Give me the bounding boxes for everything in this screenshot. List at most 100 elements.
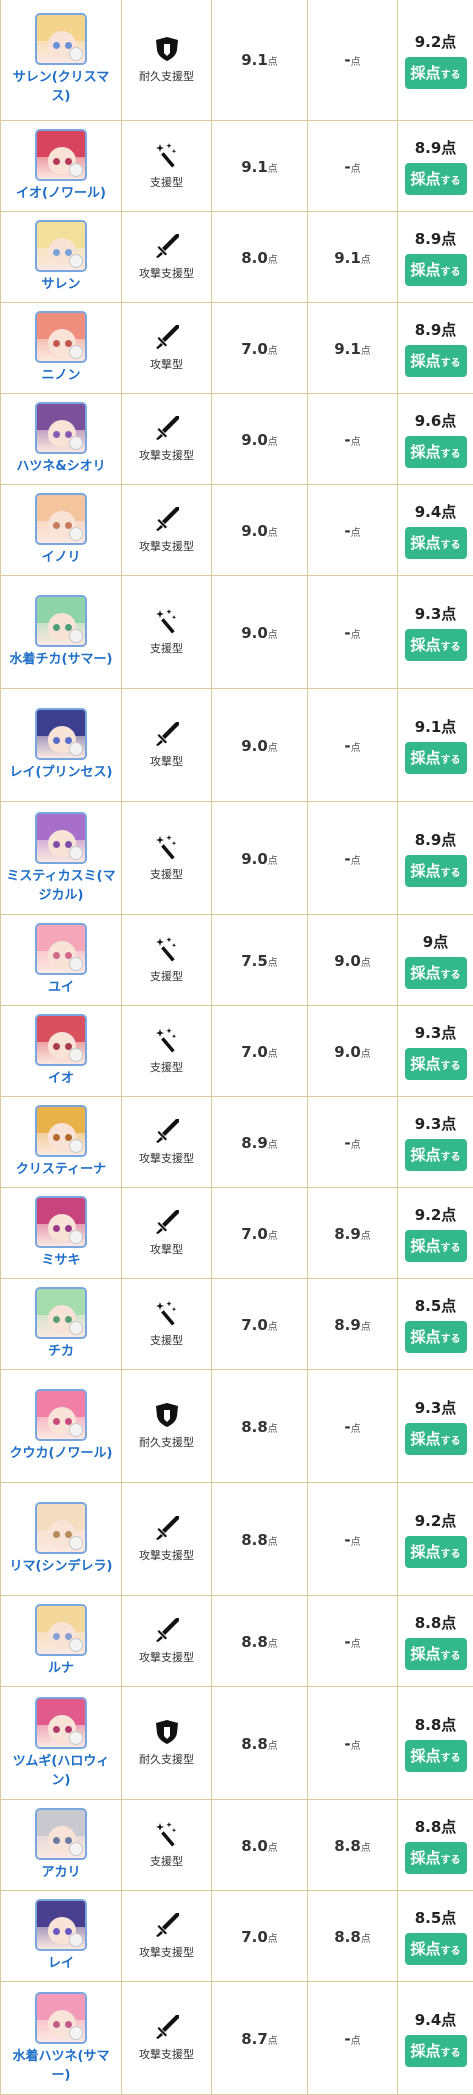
character-avatar[interactable]: [35, 1014, 87, 1066]
character-avatar[interactable]: [35, 1697, 87, 1749]
rate-button[interactable]: 採点する: [405, 1230, 467, 1262]
character[interactable]: サレン(クリスマス): [1, 13, 121, 106]
rate-button[interactable]: 採点する: [405, 57, 467, 89]
character[interactable]: イオ: [1, 1014, 121, 1088]
character-avatar[interactable]: [35, 1604, 87, 1656]
score-sub-value: 9.0: [334, 952, 361, 970]
character[interactable]: レイ(プリンセス): [1, 708, 121, 782]
character-name-link[interactable]: イノリ: [37, 548, 84, 567]
character[interactable]: ハツネ&シオリ: [1, 402, 121, 476]
score-sub: -点: [344, 1735, 360, 1753]
rarity-star-icon: [69, 957, 83, 971]
character-avatar[interactable]: [35, 923, 87, 975]
rate-button[interactable]: 採点する: [405, 1048, 467, 1080]
rate-button[interactable]: 採点する: [405, 254, 467, 286]
character-name-link[interactable]: レイ(プリンセス): [6, 763, 117, 782]
character-cell: イノリ: [1, 485, 122, 576]
character-avatar[interactable]: [35, 812, 87, 864]
rarity-star-icon: [69, 527, 83, 541]
point-unit: 点: [268, 346, 278, 357]
character[interactable]: クリスティーナ: [1, 1105, 121, 1179]
character-avatar[interactable]: [35, 1196, 87, 1248]
character-avatar[interactable]: [35, 129, 87, 181]
rate-button[interactable]: 採点する: [405, 436, 467, 468]
character-name-link[interactable]: チカ: [44, 1342, 78, 1361]
character-name-link[interactable]: ハツネ&シオリ: [12, 457, 109, 476]
character-type: 支援型: [122, 1027, 211, 1075]
rate-button[interactable]: 採点する: [405, 742, 467, 774]
character[interactable]: ツムギ(ハロウィン): [1, 1697, 121, 1790]
character-name-link[interactable]: イオ(ノワール): [12, 184, 110, 203]
rate-button[interactable]: 採点する: [405, 1933, 467, 1965]
character-avatar[interactable]: [35, 402, 87, 454]
character[interactable]: リマ(シンデレラ): [1, 1502, 121, 1576]
character-avatar[interactable]: [35, 220, 87, 272]
character[interactable]: ニノン: [1, 311, 121, 385]
character-avatar[interactable]: [35, 311, 87, 363]
character-name-link[interactable]: ユイ: [44, 978, 78, 997]
avatar-eye: [53, 1225, 60, 1232]
character[interactable]: ミサキ: [1, 1196, 121, 1270]
rate-button[interactable]: 採点する: [405, 2035, 467, 2067]
character-name-link[interactable]: ツムギ(ハロウィン): [1, 1752, 121, 1790]
character[interactable]: 水着チカ(サマー): [1, 595, 121, 669]
character[interactable]: ルナ: [1, 1604, 121, 1678]
character-avatar[interactable]: [35, 1502, 87, 1554]
character-avatar[interactable]: [35, 1899, 87, 1951]
character[interactable]: ユイ: [1, 923, 121, 997]
character[interactable]: チカ: [1, 1287, 121, 1361]
rate-button[interactable]: 採点する: [405, 629, 467, 661]
rate-button[interactable]: 採点する: [405, 1139, 467, 1171]
character-avatar[interactable]: [35, 595, 87, 647]
character-avatar[interactable]: [35, 1992, 87, 2044]
rate-button[interactable]: 採点する: [405, 1536, 467, 1568]
character-name-link[interactable]: サレン(クリスマス): [1, 68, 121, 106]
character-name-link[interactable]: 水着ハツネ(サマー): [1, 2047, 121, 2085]
character[interactable]: レイ: [1, 1899, 121, 1973]
character-name-link[interactable]: アカリ: [37, 1863, 84, 1882]
rate-button[interactable]: 採点する: [405, 957, 467, 989]
character-name-link[interactable]: サレン: [37, 275, 84, 294]
rarity-star-icon: [69, 629, 83, 643]
character-name-link[interactable]: イオ: [44, 1069, 78, 1088]
character-avatar[interactable]: [35, 493, 87, 545]
rarity-star-icon: [69, 163, 83, 177]
rate-button[interactable]: 採点する: [405, 527, 467, 559]
character-avatar[interactable]: [35, 1389, 87, 1441]
character[interactable]: イノリ: [1, 493, 121, 567]
character[interactable]: イオ(ノワール): [1, 129, 121, 203]
character[interactable]: サレン: [1, 220, 121, 294]
point-unit: 点: [268, 2036, 278, 2047]
character[interactable]: クウカ(ノワール): [1, 1389, 121, 1463]
rate-button[interactable]: 採点する: [405, 1842, 467, 1874]
character-name-link[interactable]: レイ: [44, 1954, 78, 1973]
character-avatar[interactable]: [35, 1105, 87, 1157]
rate-button[interactable]: 採点する: [405, 1638, 467, 1670]
sword-icon: [154, 233, 180, 265]
rate-button[interactable]: 採点する: [405, 345, 467, 377]
rate-button[interactable]: 採点する: [405, 1423, 467, 1455]
character-type: 支援型: [122, 1300, 211, 1348]
character-name-link[interactable]: ルナ: [44, 1659, 78, 1678]
character-name-link[interactable]: ニノン: [37, 366, 84, 385]
character[interactable]: 水着ハツネ(サマー): [1, 1992, 121, 2085]
score-sub-value: 8.8: [334, 1837, 361, 1855]
rate-button[interactable]: 採点する: [405, 855, 467, 887]
character-name-link[interactable]: リマ(シンデレラ): [6, 1557, 117, 1576]
rate-button[interactable]: 採点する: [405, 1740, 467, 1772]
character-name-link[interactable]: ミサキ: [37, 1251, 84, 1270]
rate-button[interactable]: 採点する: [405, 1321, 467, 1353]
character-name-link[interactable]: クウカ(ノワール): [6, 1444, 117, 1463]
rate-button[interactable]: 採点する: [405, 163, 467, 195]
character-name-link[interactable]: ミスティカスミ(マジカル): [1, 867, 121, 905]
score-main-value: 8.0: [241, 249, 268, 267]
character-avatar[interactable]: [35, 1808, 87, 1860]
score-main-value: 8.7: [241, 2030, 268, 2048]
character-avatar[interactable]: [35, 13, 87, 65]
character-name-link[interactable]: クリスティーナ: [12, 1160, 110, 1179]
character-name-link[interactable]: 水着チカ(サマー): [6, 650, 117, 669]
character-avatar[interactable]: [35, 708, 87, 760]
character-avatar[interactable]: [35, 1287, 87, 1339]
character[interactable]: アカリ: [1, 1808, 121, 1882]
character[interactable]: ミスティカスミ(マジカル): [1, 812, 121, 905]
